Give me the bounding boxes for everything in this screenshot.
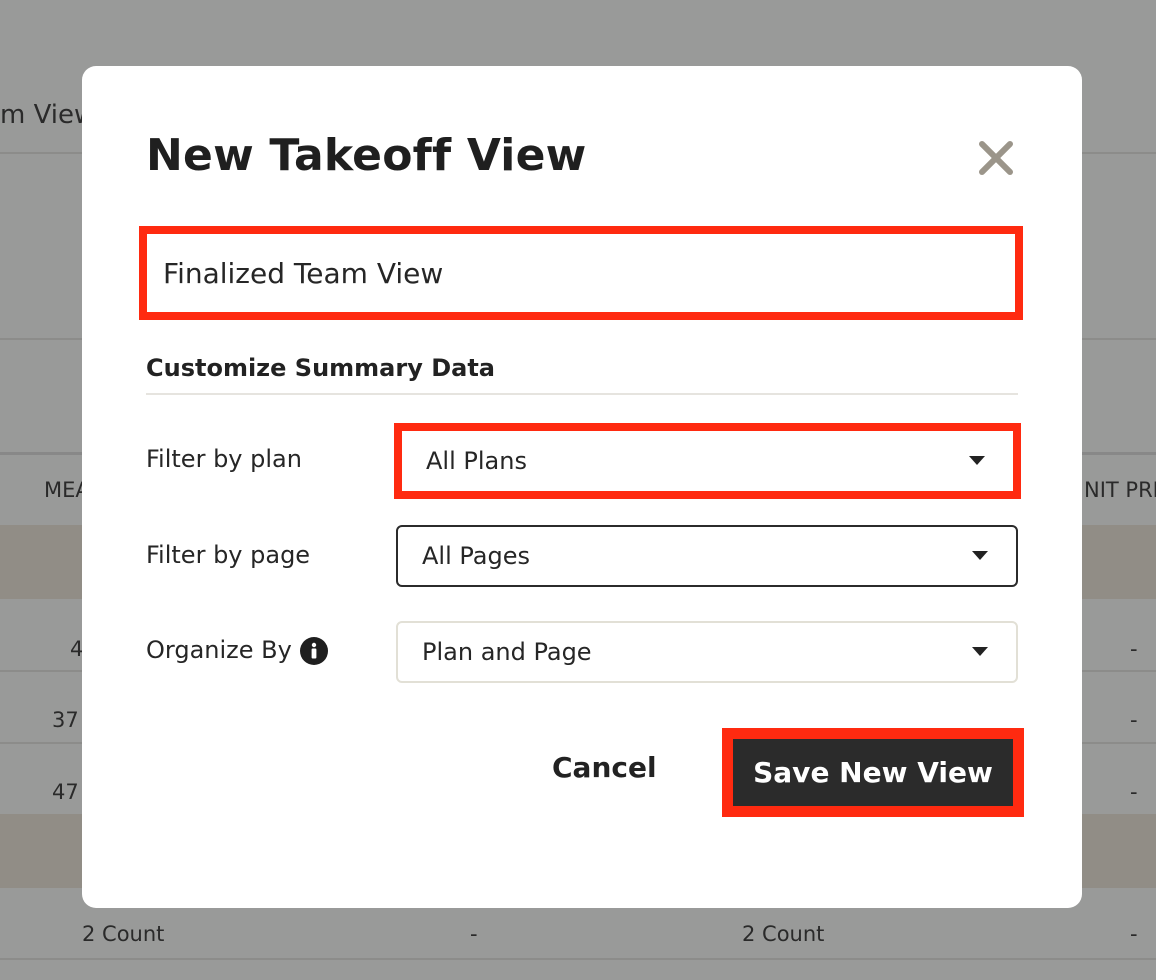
- organize-by-value: Plan and Page: [422, 638, 592, 666]
- background-cell: 47: [52, 780, 79, 804]
- dialog-title: New Takeoff View: [146, 130, 587, 181]
- filter-plan-select[interactable]: All Plans: [394, 423, 1021, 499]
- background-cell: -: [1130, 708, 1138, 732]
- view-name-input[interactable]: [139, 226, 1023, 320]
- background-divider: [0, 958, 1156, 960]
- save-new-view-button[interactable]: Save New View: [733, 739, 1013, 806]
- background-view-label: m View: [0, 100, 96, 130]
- new-takeoff-view-dialog: New Takeoff View Customize Summary Data …: [82, 66, 1082, 908]
- background-cell: -: [1130, 780, 1138, 804]
- organize-by-label: Organize By: [146, 636, 328, 665]
- section-divider: [146, 393, 1018, 395]
- background-cell: 2 Count: [742, 922, 825, 946]
- close-icon[interactable]: [978, 140, 1014, 176]
- filter-plan-label: Filter by plan: [146, 445, 302, 473]
- filter-page-select[interactable]: All Pages: [396, 525, 1018, 587]
- filter-page-label: Filter by page: [146, 541, 311, 569]
- organize-by-select[interactable]: Plan and Page: [396, 621, 1018, 683]
- filter-plan-value: All Plans: [426, 447, 527, 475]
- background-column-header: NIT PRIC: [1084, 478, 1156, 502]
- background-cell: 2 Count: [82, 922, 165, 946]
- chevron-down-icon: [972, 551, 988, 560]
- chevron-down-icon: [969, 456, 985, 465]
- filter-page-value: All Pages: [422, 542, 530, 570]
- background-cell: -: [1130, 637, 1138, 661]
- background-cell: -: [1130, 922, 1138, 946]
- organize-by-text: Organize By: [146, 636, 292, 664]
- section-title: Customize Summary Data: [146, 354, 495, 382]
- info-icon[interactable]: [299, 637, 328, 665]
- cancel-button[interactable]: Cancel: [552, 751, 657, 784]
- chevron-down-icon: [972, 647, 988, 656]
- background-cell: 37: [52, 708, 79, 732]
- background-cell: -: [470, 922, 478, 946]
